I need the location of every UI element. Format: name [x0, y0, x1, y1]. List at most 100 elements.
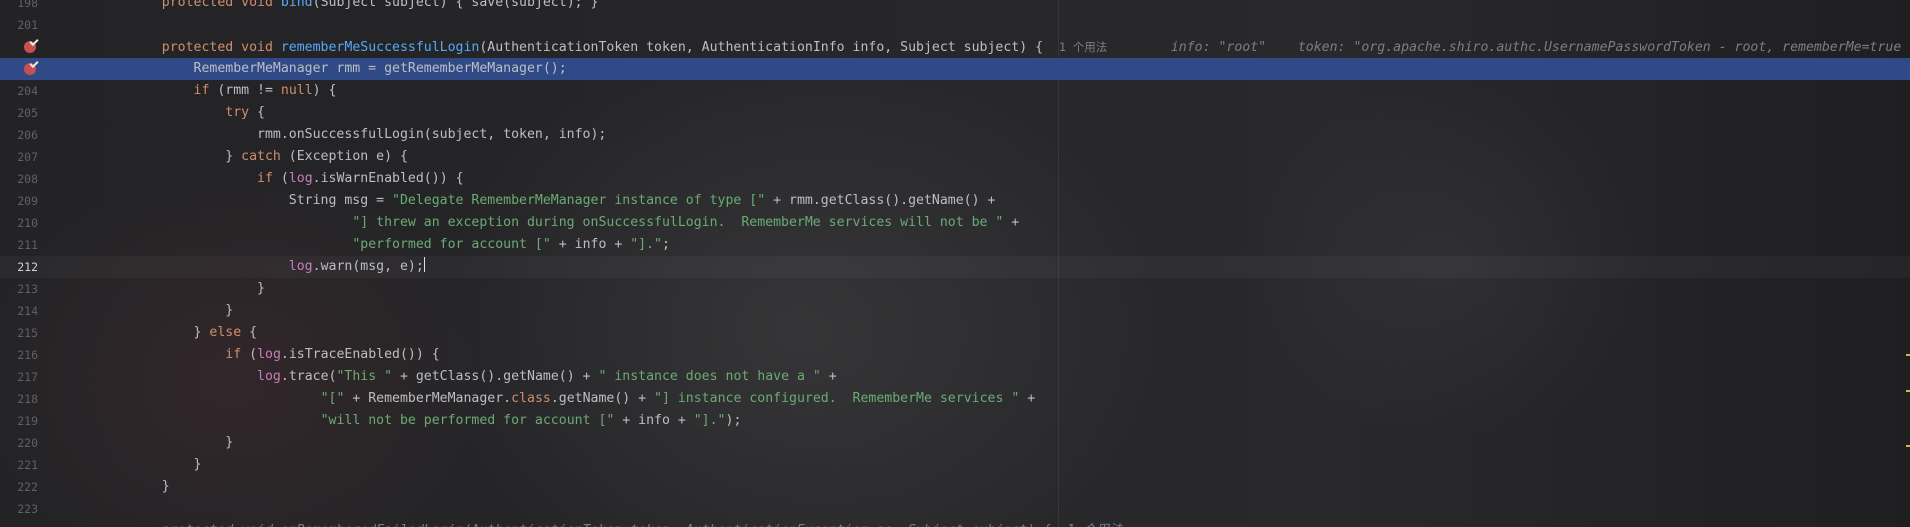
- code-text[interactable]: "performed for account [" + info + "].";: [130, 234, 670, 256]
- code-text[interactable]: log.warn(msg, e);: [130, 256, 425, 278]
- code-line[interactable]: 207 } catch (Exception e) {: [0, 146, 1910, 168]
- code-line[interactable]: 214 }: [0, 300, 1910, 322]
- code-line[interactable]: 222 }: [0, 476, 1910, 498]
- code-line[interactable]: 223: [0, 498, 1910, 520]
- code-token: bind: [280, 0, 313, 10]
- code-text[interactable]: try {: [130, 102, 265, 124]
- code-token: log: [257, 369, 281, 384]
- code-editor[interactable]: 198 protected void bind(Subject subject)…: [0, 0, 1910, 527]
- code-line[interactable]: protected void rememberMeSuccessfulLogin…: [0, 36, 1910, 58]
- code-token: .getName() +: [550, 391, 655, 406]
- code-text[interactable]: String msg = "Delegate RememberMeManager…: [130, 190, 996, 212]
- code-text[interactable]: if (log.isTraceEnabled()) {: [130, 344, 439, 366]
- code-line[interactable]: 206 rmm.onSuccessfulLogin(subject, token…: [0, 124, 1910, 146]
- usage-inlay-hint: 1 个用法: [1058, 40, 1108, 54]
- line-number[interactable]: 212: [0, 256, 38, 278]
- code-text[interactable]: protected void onRememberedFailedLogin(A…: [130, 520, 1123, 527]
- code-line[interactable]: 211 "performed for account [" + info + "…: [0, 234, 1910, 256]
- code-text[interactable]: }: [130, 300, 233, 322]
- code-line[interactable]: 213 }: [0, 278, 1910, 300]
- code-token: try: [225, 105, 250, 120]
- code-text[interactable]: }: [130, 432, 233, 454]
- code-token: protected void: [161, 40, 281, 55]
- code-line[interactable]: 210 "] threw an exception during onSucce…: [0, 212, 1910, 234]
- line-number[interactable]: 221: [0, 454, 38, 476]
- line-number[interactable]: 213: [0, 278, 38, 300]
- code-text[interactable]: protected void rememberMeSuccessfulLogin…: [130, 36, 1910, 59]
- line-number[interactable]: 214: [0, 300, 38, 322]
- code-line[interactable]: 205 try {: [0, 102, 1910, 124]
- line-number[interactable]: 208: [0, 168, 38, 190]
- code-token: }: [130, 149, 242, 164]
- line-number[interactable]: 206: [0, 124, 38, 146]
- code-text[interactable]: protected void bind(Subject subject) { s…: [130, 0, 599, 14]
- scrollbar-marker[interactable]: [1906, 354, 1910, 356]
- line-number[interactable]: 209: [0, 190, 38, 212]
- line-number[interactable]: 216: [0, 344, 38, 366]
- code-token: (Exception e) {: [280, 149, 408, 164]
- scrollbar-marker[interactable]: [1906, 390, 1910, 392]
- code-token: {: [249, 105, 265, 120]
- line-number[interactable]: 204: [0, 80, 38, 102]
- code-token: String msg =: [130, 193, 393, 208]
- code-token: "] instance configured. RememberMe servi…: [654, 391, 1020, 406]
- code-line[interactable]: 212 log.warn(msg, e);: [0, 256, 1910, 278]
- code-line[interactable]: 221 }: [0, 454, 1910, 476]
- scrollbar-marker[interactable]: [1906, 445, 1910, 447]
- breakpoint-icon[interactable]: [24, 41, 36, 53]
- line-number[interactable]: 222: [0, 476, 38, 498]
- code-line[interactable]: 220 }: [0, 432, 1910, 454]
- code-line[interactable]: 218 "[" + RememberMeManager.class.getNam…: [0, 388, 1910, 410]
- line-number[interactable]: 217: [0, 366, 38, 388]
- code-text[interactable]: }: [130, 278, 265, 300]
- code-text[interactable]: rmm.onSuccessfulLogin(subject, token, in…: [130, 124, 606, 146]
- code-line[interactable]: 198 protected void bind(Subject subject)…: [0, 0, 1910, 14]
- code-token: + getClass().getName() +: [392, 369, 599, 384]
- code-token: .warn(msg, e);: [312, 259, 424, 274]
- code-line[interactable]: RememberMeManager rmm = getRememberMeMan…: [0, 58, 1910, 80]
- code-line[interactable]: 209 String msg = "Delegate RememberMeMan…: [0, 190, 1910, 212]
- code-token: }: [130, 281, 265, 296]
- line-number[interactable]: 205: [0, 102, 38, 124]
- line-number[interactable]: 218: [0, 388, 38, 410]
- code-token: (rmm !=: [209, 83, 281, 98]
- line-number[interactable]: 211: [0, 234, 38, 256]
- code-text[interactable]: } else {: [130, 322, 258, 344]
- line-number[interactable]: 201: [0, 14, 38, 36]
- code-text[interactable]: log.trace("This " + getClass().getName()…: [130, 366, 837, 388]
- line-number[interactable]: 210: [0, 212, 38, 234]
- line-number[interactable]: 219: [0, 410, 38, 432]
- code-token: else: [209, 325, 242, 340]
- code-line[interactable]: 215 } else {: [0, 322, 1910, 344]
- code-text[interactable]: "[" + RememberMeManager.class.getName() …: [130, 388, 1036, 410]
- code-token: rmm.onSuccessfulLogin(subject, token, in…: [130, 127, 607, 142]
- code-line[interactable]: 219 "will not be performed for account […: [0, 410, 1910, 432]
- line-number[interactable]: 207: [0, 146, 38, 168]
- code-line[interactable]: 201: [0, 14, 1910, 36]
- code-text[interactable]: "will not be performed for account [" + …: [130, 410, 742, 432]
- code-line[interactable]: 208 if (log.isWarnEnabled()) {: [0, 168, 1910, 190]
- code-token: "performed for account [": [352, 237, 551, 252]
- code-text[interactable]: RememberMeManager rmm = getRememberMeMan…: [130, 58, 567, 80]
- code-line[interactable]: protected void onRememberedFailedLogin(A…: [0, 520, 1910, 527]
- code-line[interactable]: 216 if (log.isTraceEnabled()) {: [0, 344, 1910, 366]
- code-token: rememberMeSuccessfulLogin: [280, 40, 480, 55]
- line-number[interactable]: 220: [0, 432, 38, 454]
- line-number[interactable]: 223: [0, 498, 38, 520]
- breakpoint-icon[interactable]: [24, 63, 36, 75]
- line-number[interactable]: 215: [0, 322, 38, 344]
- code-text[interactable]: if (rmm != null) {: [130, 80, 337, 102]
- code-text[interactable]: "] threw an exception during onSuccessfu…: [130, 212, 1019, 234]
- code-token: {: [241, 325, 258, 340]
- code-text[interactable]: if (log.isWarnEnabled()) {: [130, 168, 463, 190]
- code-text[interactable]: }: [130, 454, 202, 476]
- code-token: +: [1003, 215, 1020, 230]
- code-line[interactable]: 204 if (rmm != null) {: [0, 80, 1910, 102]
- line-number[interactable]: 198: [0, 0, 38, 14]
- code-text[interactable]: }: [130, 476, 170, 498]
- code-line[interactable]: 217 log.trace("This " + getClass().getNa…: [0, 366, 1910, 388]
- code-text[interactable]: } catch (Exception e) {: [130, 146, 408, 168]
